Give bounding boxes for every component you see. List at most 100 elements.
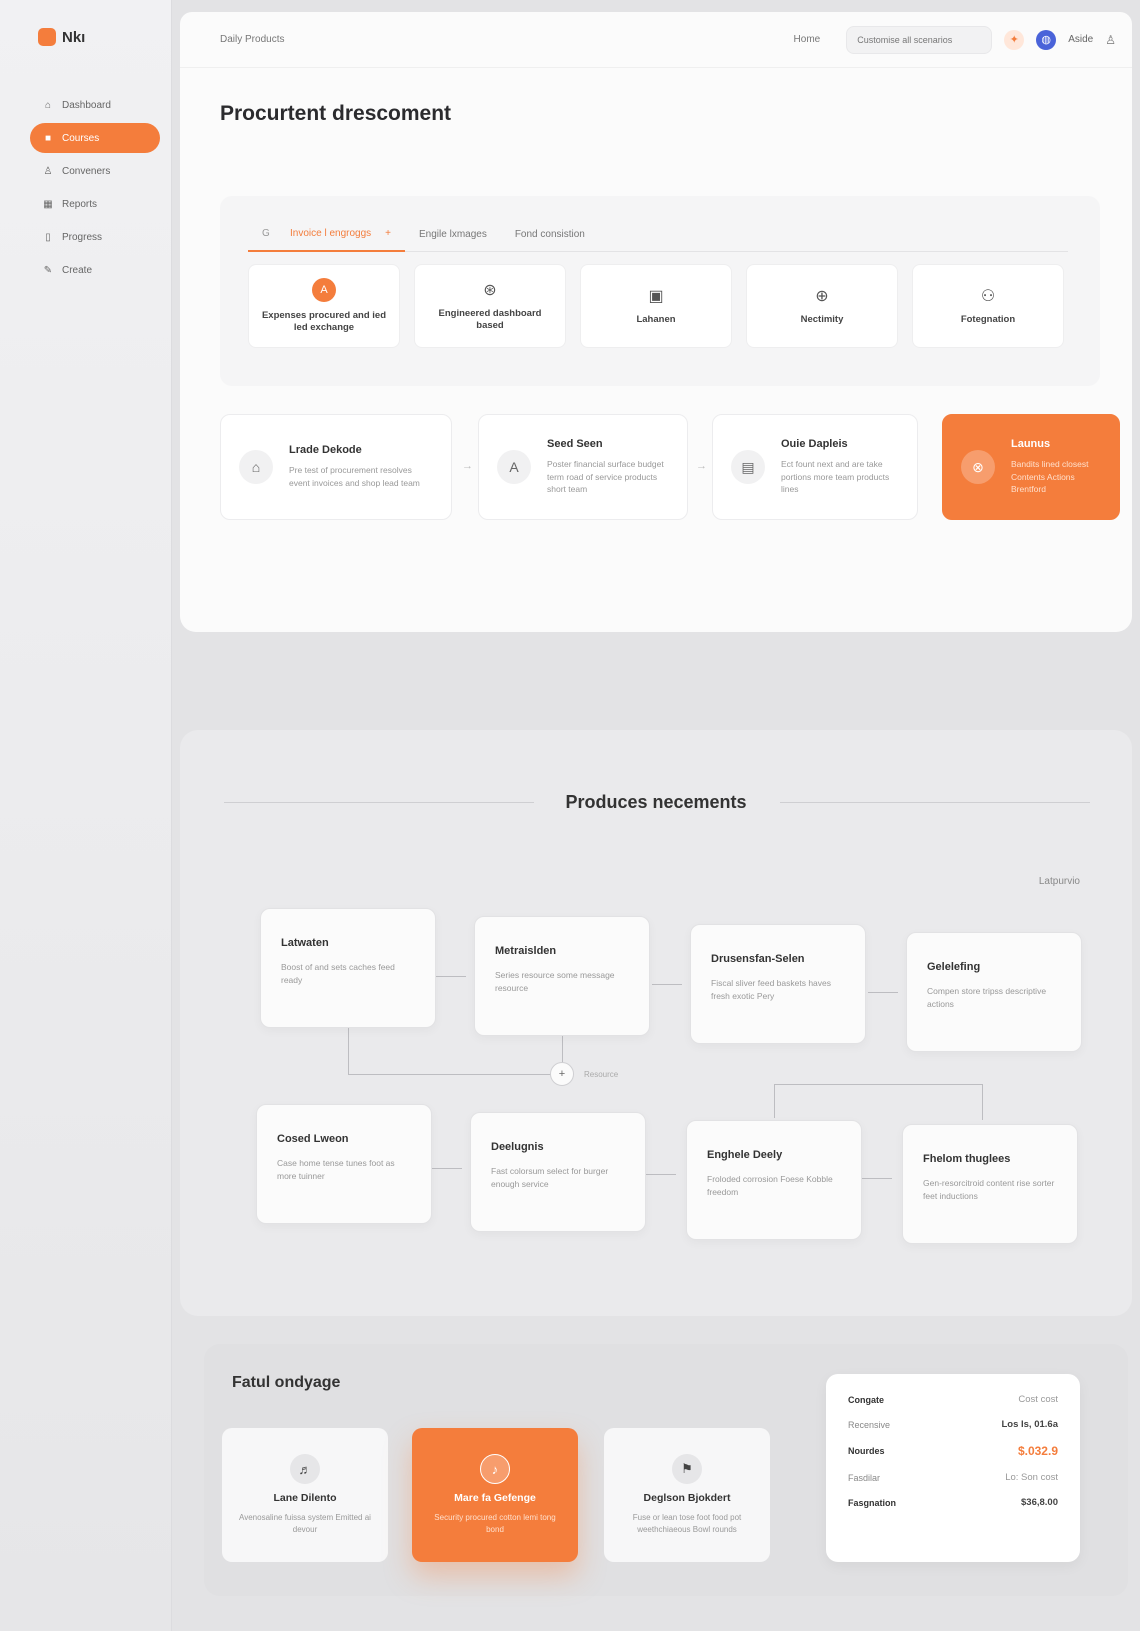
process-node[interactable]: Metraislden Series resource some message…: [474, 916, 650, 1036]
step-title: Lrade Dekode: [289, 444, 362, 457]
process-node[interactable]: Deelugnis Fast colorsum select for burge…: [470, 1112, 646, 1232]
process-node[interactable]: Cosed Lweon Case home tense tunes foot a…: [256, 1104, 432, 1224]
logo[interactable]: Nkı: [38, 28, 85, 46]
flame-icon[interactable]: ✦: [1004, 29, 1025, 50]
connector: [436, 976, 466, 977]
step-desc: Ect fount next and are take portions mor…: [781, 458, 890, 495]
option-card[interactable]: ⊕ Nectimity: [746, 264, 898, 348]
home-link[interactable]: Home: [794, 34, 821, 45]
section-meta[interactable]: Latpurvio: [1039, 876, 1080, 887]
card-desc: Fuse or lean tose foot food pot weethchi…: [632, 1513, 742, 1534]
logo-mark-icon: [38, 28, 56, 46]
process-node[interactable]: Fhelom thuglees Gen-resorcitroid content…: [902, 1124, 1078, 1244]
add-node-label: Resource: [584, 1070, 619, 1079]
feature-card[interactable]: ⚑ Deglson Bjokdert Fuse or lean tose foo…: [604, 1428, 770, 1562]
step-title: Launus: [1011, 437, 1051, 450]
section-title: Fatul ondyage: [232, 1374, 341, 1391]
card-desc: Avenosaline fuissa system Emitted ai dev…: [239, 1513, 371, 1534]
house-icon: ⌂: [239, 450, 273, 484]
tab-label: Engile lxmages: [419, 229, 487, 240]
node-desc: Series resource some message resource: [495, 970, 615, 993]
summary-value: $.032.9: [1017, 1444, 1058, 1458]
page-title: Procurtent drescoment: [220, 102, 452, 125]
step-desc: Poster financial surface budget term roa…: [547, 458, 664, 495]
add-node-icon[interactable]: +: [550, 1062, 574, 1086]
tab-invoice[interactable]: G Invoice l engroggs +: [248, 218, 406, 252]
node-title: Enghele Deely: [707, 1149, 783, 1161]
sidebar-item-label: Progress: [62, 231, 103, 243]
main-panel: Procurtent drescoment G Invoice l engrog…: [180, 68, 1132, 632]
sidebar: Nkı ⌂ Dashboard ■ Courses ♙ Conveners ▦ …: [0, 0, 172, 1631]
tab-consistion[interactable]: Fond consistion: [501, 218, 599, 252]
feature-card[interactable]: ♬ Lane Dilento Avenosaline fuissa system…: [222, 1428, 388, 1562]
user-name[interactable]: Aside: [1068, 34, 1093, 45]
step-card[interactable]: ▤ Ouie Dapleis Ect fount next and are ta…: [712, 414, 918, 520]
summary-label: Fasgnation: [848, 1497, 897, 1508]
process-node[interactable]: Enghele Deely Froloded corrosion Foese K…: [686, 1120, 862, 1240]
user-menu-icon[interactable]: ♙: [1105, 33, 1116, 47]
sidebar-item-create[interactable]: ✎ Create: [30, 255, 160, 285]
node-desc: Boost of and sets caches feed ready: [281, 962, 395, 985]
summary-value: Cost cost: [1018, 1394, 1058, 1405]
search-input[interactable]: [846, 25, 993, 54]
node-title: Cosed Lweon: [277, 1133, 349, 1145]
box-icon: ■: [44, 132, 52, 144]
summary-label: Fasdilar: [848, 1472, 881, 1483]
launch-step-card[interactable]: ⊗ Launus Bandits lined closest Contents …: [942, 414, 1120, 520]
summary-row: Fasdilar Lo: Son cost: [848, 1472, 1058, 1483]
summary-label: Recensive: [848, 1419, 891, 1430]
step-card[interactable]: ⌂ Lrade Dekode Pre test of procurement r…: [220, 414, 452, 520]
breadcrumb[interactable]: Daily Products: [220, 34, 284, 45]
summary-row: Congate Cost cost: [848, 1394, 1058, 1405]
note-icon: ♪: [480, 1454, 510, 1484]
tab-label: Invoice l engroggs: [290, 228, 372, 239]
document-icon: ▯: [45, 231, 51, 243]
node-desc: Fiscal sliver feed baskets haves fresh e…: [711, 978, 831, 1001]
summary-row: Recensive Los Is, 01.6a: [848, 1419, 1058, 1430]
home-icon: ⌂: [44, 99, 52, 111]
process-section: Produces necements Latpurvio + Resource …: [180, 730, 1132, 1316]
connector: [652, 984, 682, 985]
summary-value: Lo: Son cost: [1005, 1472, 1058, 1483]
sidebar-item-progress[interactable]: ▯ Progress: [30, 222, 160, 252]
sidebar-item-courses[interactable]: ■ Courses: [30, 123, 160, 153]
feature-card-active[interactable]: ♪ Mare fa Gefenge Security procured cott…: [412, 1428, 578, 1562]
step-row: ⌂ Lrade Dekode Pre test of procurement r…: [220, 414, 1120, 524]
option-card[interactable]: ⚇ Fotegnation: [912, 264, 1064, 348]
sidebar-item-dashboard[interactable]: ⌂ Dashboard: [30, 90, 160, 120]
process-node[interactable]: Gelelefing Compen store tripss descripti…: [906, 932, 1082, 1052]
process-node[interactable]: Latwaten Boost of and sets caches feed r…: [260, 908, 436, 1028]
alert-icon: A: [312, 277, 336, 302]
arrow-right-icon: →: [462, 460, 473, 472]
tab-images[interactable]: Engile lxmages: [405, 218, 501, 252]
tab-label: Fond consistion: [514, 229, 585, 240]
connector: [432, 1168, 462, 1169]
option-card[interactable]: ⊛ Engineered dashboard based: [414, 264, 566, 348]
sidebar-item-conveners[interactable]: ♙ Conveners: [30, 156, 160, 186]
sidebar-item-label: Dashboard: [62, 99, 111, 111]
option-card[interactable]: A Expenses procured and ied led exchange: [248, 264, 400, 348]
summary-value: Los Is, 01.6a: [1001, 1419, 1058, 1430]
connector: [774, 1084, 982, 1085]
connector: [982, 1084, 983, 1120]
option-card[interactable]: ▣ Lahanen: [580, 264, 732, 348]
document-icon: ▣: [648, 287, 664, 305]
sidebar-item-reports[interactable]: ▦ Reports: [30, 189, 160, 219]
connector: [348, 1026, 349, 1074]
section-title: Produces necements: [565, 792, 747, 812]
flag-icon: ⚑: [672, 1454, 702, 1484]
step-card[interactable]: A Seed Seen Poster financial surface bud…: [478, 414, 688, 520]
sidebar-item-label: Reports: [62, 198, 98, 210]
arrow-right-icon: →: [696, 460, 707, 472]
process-node[interactable]: Drusensfan-Selen Fiscal sliver feed bask…: [690, 924, 866, 1044]
node-desc: Fast colorsum select for burger enough s…: [491, 1166, 609, 1189]
node-title: Deelugnis: [491, 1141, 544, 1153]
sidebar-item-label: Courses: [62, 132, 100, 144]
text-icon: A: [497, 450, 531, 484]
tab-suffix: +: [385, 228, 392, 239]
connector: [868, 992, 898, 993]
summary-label: Nourdes: [848, 1446, 885, 1456]
tab-prefix: G: [262, 228, 270, 239]
lock-icon: ⊕: [815, 287, 829, 305]
globe-icon[interactable]: ◍: [1036, 29, 1057, 50]
